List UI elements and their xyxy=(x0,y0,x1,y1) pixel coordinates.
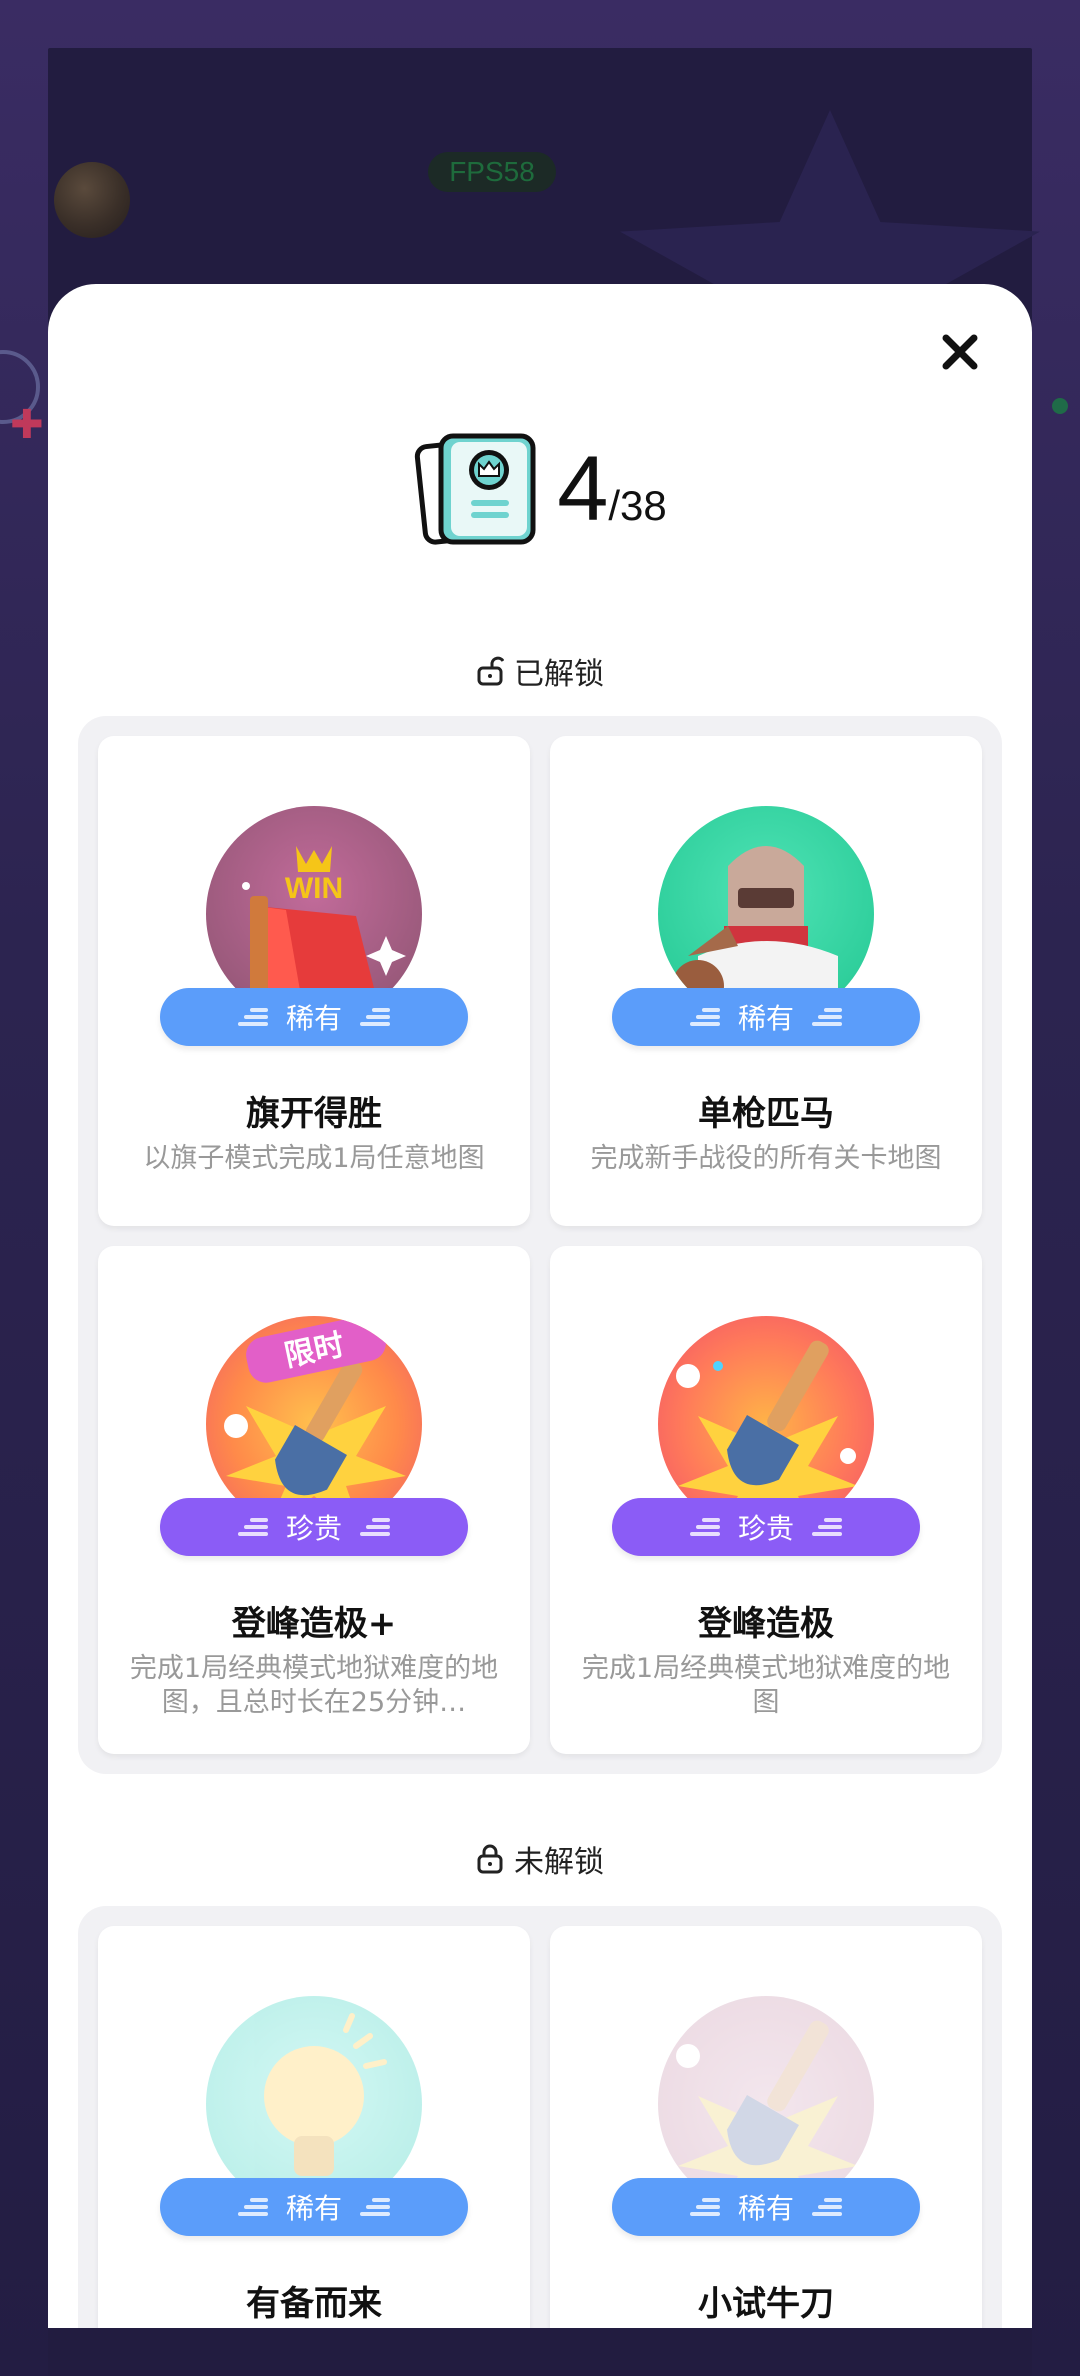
close-icon xyxy=(942,334,978,370)
rarity-badge: 珍贵 xyxy=(612,1498,920,1556)
total-count: /38 xyxy=(608,482,667,529)
unlocked-achievements-grid: WIN 稀有 旗开得胜 以旗子模式完成1局任意地图 稀有 单枪匹马 完成新手战役… xyxy=(78,716,1002,1774)
rarity-label: 稀有 xyxy=(285,1002,342,1035)
achievement-title: 小试牛刀 xyxy=(698,2284,834,2324)
achievement-title: 有备而来 xyxy=(246,2284,382,2324)
achievement-description: 完成新手战役的所有关卡地图 xyxy=(590,1143,942,1174)
rarity-stripes-right xyxy=(812,1518,842,1536)
achievement-title: 登峰造极 xyxy=(698,1604,834,1644)
locked-section-header: 未解锁 xyxy=(48,1834,1032,1884)
player-avatar xyxy=(54,162,130,238)
rarity-stripes-left xyxy=(689,2198,720,2216)
achievement-card[interactable]: 稀有 有备而来 xyxy=(98,1926,530,2328)
unlocked-padlock-icon xyxy=(477,656,504,686)
achievement-counter: 4 /38 xyxy=(48,424,1032,554)
rarity-badge: 稀有 xyxy=(612,988,920,1046)
rarity-badge: 稀有 xyxy=(160,988,468,1046)
background-plus-icon: ✚ xyxy=(10,402,44,448)
rarity-stripes-right xyxy=(360,2198,390,2216)
locked-achievements-grid: 稀有 有备而来 稀有 小试牛刀 xyxy=(78,1906,1002,2328)
rarity-label: 稀有 xyxy=(737,2192,794,2225)
rarity-stripes-left xyxy=(237,1008,268,1026)
achievement-card[interactable]: 稀有 小试牛刀 xyxy=(550,1926,982,2328)
rarity-label: 稀有 xyxy=(285,2192,342,2225)
rarity-stripes-left xyxy=(237,1518,268,1536)
rarity-badge: 稀有 xyxy=(612,2178,920,2236)
achievement-card[interactable]: 稀有 单枪匹马 完成新手战役的所有关卡地图 xyxy=(550,736,982,1226)
rarity-badge: 稀有 xyxy=(160,2178,468,2236)
achievement-card[interactable]: 限时 珍贵 登峰造极+ 完成1局经典模式地狱难度的地图，且总时长在25分钟… xyxy=(98,1246,530,1754)
rarity-stripes-left xyxy=(237,2198,268,2216)
close-button[interactable] xyxy=(932,324,988,380)
achievement-description: 以旗子模式完成1局任意地图 xyxy=(143,1143,485,1174)
rarity-label: 稀有 xyxy=(737,1002,794,1035)
locked-padlock-icon xyxy=(477,1844,503,1874)
unlocked-count: 4 xyxy=(557,437,609,540)
achievement-title: 单枪匹马 xyxy=(698,1094,834,1134)
achievements-modal: 4 /38 已解锁 WIN 稀有 旗开得胜 以旗子模式完成1局任意地图 稀有 单… xyxy=(48,284,1032,2328)
rarity-stripes-right xyxy=(360,1008,390,1026)
rarity-label: 珍贵 xyxy=(737,1512,794,1545)
unlocked-section-title: 已解锁 xyxy=(514,657,604,692)
rarity-stripes-left xyxy=(689,1008,720,1026)
background-dot xyxy=(1052,398,1068,414)
rarity-label: 珍贵 xyxy=(285,1512,342,1545)
achievement-card[interactable]: 珍贵 登峰造极 完成1局经典模式地狱难度的地图 xyxy=(550,1246,982,1754)
badge-win-text: WIN xyxy=(285,872,343,905)
achievement-card[interactable]: WIN 稀有 旗开得胜 以旗子模式完成1局任意地图 xyxy=(98,736,530,1226)
rarity-badge: 珍贵 xyxy=(160,1498,468,1556)
achievement-title: 旗开得胜 xyxy=(246,1094,382,1134)
achievement-description: 完成1局经典模式地狱难度的地图 xyxy=(581,1653,951,1718)
rarity-stripes-right xyxy=(812,2198,842,2216)
unlocked-section-header: 已解锁 xyxy=(48,646,1032,696)
rarity-stripes-right xyxy=(360,1518,390,1536)
rarity-stripes-left xyxy=(689,1518,720,1536)
fps-indicator: FPS58 xyxy=(428,152,556,192)
locked-section-title: 未解锁 xyxy=(514,1845,604,1880)
achievement-description: 完成1局经典模式地狱难度的地图，且总时长在25分钟… xyxy=(129,1653,499,1718)
rarity-stripes-right xyxy=(812,1008,842,1026)
achievement-title: 登峰造极+ xyxy=(231,1604,397,1644)
achievement-book-icon xyxy=(415,433,536,545)
